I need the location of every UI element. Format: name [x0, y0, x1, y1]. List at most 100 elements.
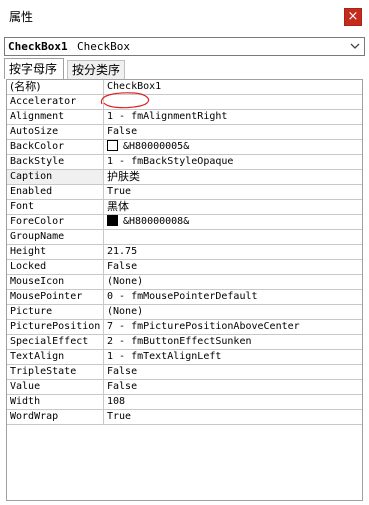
property-name: WordWrap — [7, 410, 104, 424]
property-row[interactable]: Font 黑体 — [7, 200, 362, 215]
property-name: Value — [7, 380, 104, 394]
property-value-text: 21.75 — [107, 246, 138, 257]
property-value[interactable]: 7 - fmPicturePositionAboveCenter — [105, 320, 362, 334]
property-name: Locked — [7, 260, 104, 274]
property-row[interactable]: AutoSize False — [7, 125, 362, 140]
property-value[interactable]: CheckBox1 — [105, 80, 362, 94]
property-row[interactable]: TripleState False — [7, 365, 362, 380]
property-value[interactable] — [105, 95, 362, 109]
tab-alphabetic[interactable]: 按字母序 — [4, 58, 64, 79]
property-row[interactable]: Enabled True — [7, 185, 362, 200]
property-name: Picture — [7, 305, 104, 319]
property-value[interactable]: &H80000008& — [105, 215, 362, 229]
close-button[interactable]: × — [344, 8, 362, 26]
property-value[interactable]: (None) — [105, 305, 362, 319]
property-row[interactable]: TextAlign 1 - fmTextAlignLeft — [7, 350, 362, 365]
tab-strip: 按字母序 按分类序 — [4, 58, 365, 79]
property-name: MouseIcon — [7, 275, 104, 289]
property-row[interactable]: Picture (None) — [7, 305, 362, 320]
property-name: (名称) — [7, 80, 104, 94]
property-name: Alignment — [7, 110, 104, 124]
property-row[interactable]: GroupName — [7, 230, 362, 245]
property-value[interactable]: &H80000005& — [105, 140, 362, 154]
property-value[interactable]: False — [105, 380, 362, 394]
chevron-down-icon — [350, 43, 360, 49]
property-value-text: False — [107, 366, 138, 377]
property-row[interactable]: MousePointer 0 - fmMousePointerDefault — [7, 290, 362, 305]
property-name: AutoSize — [7, 125, 104, 139]
property-name: Width — [7, 395, 104, 409]
property-name: Enabled — [7, 185, 104, 199]
property-value[interactable]: 2 - fmButtonEffectSunken — [105, 335, 362, 349]
property-row[interactable]: WordWrap True — [7, 410, 362, 425]
property-row[interactable]: Accelerator — [7, 95, 362, 110]
object-name: CheckBox1 — [8, 40, 68, 53]
window-title: 属性 — [9, 10, 34, 24]
property-value-text: True — [107, 411, 132, 422]
property-row[interactable]: ForeColor &H80000008& — [7, 215, 362, 230]
property-value[interactable]: (None) — [105, 275, 362, 289]
property-value-text: CheckBox1 — [107, 81, 162, 92]
property-grid: (名称) CheckBox1 Accelerator Alignment 1 - fmA… — [6, 79, 363, 501]
property-value[interactable]: True — [105, 410, 362, 424]
property-name: GroupName — [7, 230, 104, 244]
property-row[interactable]: Height 21.75 — [7, 245, 362, 260]
property-name: Font — [7, 200, 104, 214]
property-value-text: (None) — [107, 306, 144, 317]
property-value[interactable]: 21.75 — [105, 245, 362, 259]
property-value[interactable]: True — [105, 185, 362, 199]
property-value[interactable]: 108 — [105, 395, 362, 409]
object-type: CheckBox — [77, 40, 130, 53]
title-bar[interactable]: 属性 × — [0, 0, 369, 34]
close-icon: × — [347, 9, 359, 24]
property-name: Height — [7, 245, 104, 259]
property-name: Accelerator — [7, 95, 104, 109]
object-selector-dropdown[interactable]: CheckBox1 CheckBox — [4, 37, 365, 56]
property-row[interactable]: MouseIcon (None) — [7, 275, 362, 290]
property-row[interactable]: BackStyle 1 - fmBackStyleOpaque — [7, 155, 362, 170]
property-value[interactable]: 护肤类 — [105, 170, 362, 184]
property-row[interactable]: Caption 护肤类 — [7, 170, 362, 185]
property-row[interactable]: (名称) CheckBox1 — [7, 80, 362, 95]
property-value-text: 0 - fmMousePointerDefault — [107, 291, 258, 302]
property-name: ForeColor — [7, 215, 104, 229]
property-name: SpecialEffect — [7, 335, 104, 349]
property-value-text: True — [107, 186, 132, 197]
color-swatch — [107, 215, 118, 226]
property-name: Caption — [7, 170, 104, 184]
property-row[interactable]: PicturePosition 7 - fmPicturePositionAbov… — [7, 320, 362, 335]
tab-categorized[interactable]: 按分类序 — [67, 60, 125, 79]
property-name: MousePointer — [7, 290, 104, 304]
property-name: TextAlign — [7, 350, 104, 364]
property-value[interactable]: 1 - fmTextAlignLeft — [105, 350, 362, 364]
property-value-text: (None) — [107, 276, 144, 287]
property-name: BackStyle — [7, 155, 104, 169]
property-name: TripleState — [7, 365, 104, 379]
property-value[interactable] — [105, 230, 362, 244]
property-value-text: 2 - fmButtonEffectSunken — [107, 336, 252, 347]
property-value[interactable]: False — [105, 260, 362, 274]
property-value-text: 1 - fmTextAlignLeft — [107, 351, 222, 362]
property-name: PicturePosition — [7, 320, 104, 334]
property-value[interactable]: False — [105, 365, 362, 379]
property-value-text: False — [107, 126, 138, 137]
properties-window: 属性 × CheckBox1 CheckBox 按字母序 按分类序 (名称) Ch… — [0, 0, 369, 505]
property-row[interactable]: Width 108 — [7, 395, 362, 410]
property-value-text: &H80000008& — [123, 216, 190, 227]
property-value[interactable]: 1 - fmAlignmentRight — [105, 110, 362, 124]
property-value-text: &H80000005& — [123, 141, 190, 152]
property-value[interactable]: 1 - fmBackStyleOpaque — [105, 155, 362, 169]
property-row[interactable]: Alignment 1 - fmAlignmentRight — [7, 110, 362, 125]
property-value-text: 护肤类 — [107, 170, 140, 183]
property-value[interactable]: 黑体 — [105, 200, 362, 214]
property-row[interactable]: BackColor &H80000005& — [7, 140, 362, 155]
property-value-text: 7 - fmPicturePositionAboveCenter — [107, 321, 300, 332]
property-value[interactable]: False — [105, 125, 362, 139]
property-name: BackColor — [7, 140, 104, 154]
property-value-text: False — [107, 381, 138, 392]
property-row[interactable]: Locked False — [7, 260, 362, 275]
property-row[interactable]: SpecialEffect 2 - fmButtonEffectSunken — [7, 335, 362, 350]
property-value-text: False — [107, 261, 138, 272]
property-value[interactable]: 0 - fmMousePointerDefault — [105, 290, 362, 304]
property-row[interactable]: Value False — [7, 380, 362, 395]
